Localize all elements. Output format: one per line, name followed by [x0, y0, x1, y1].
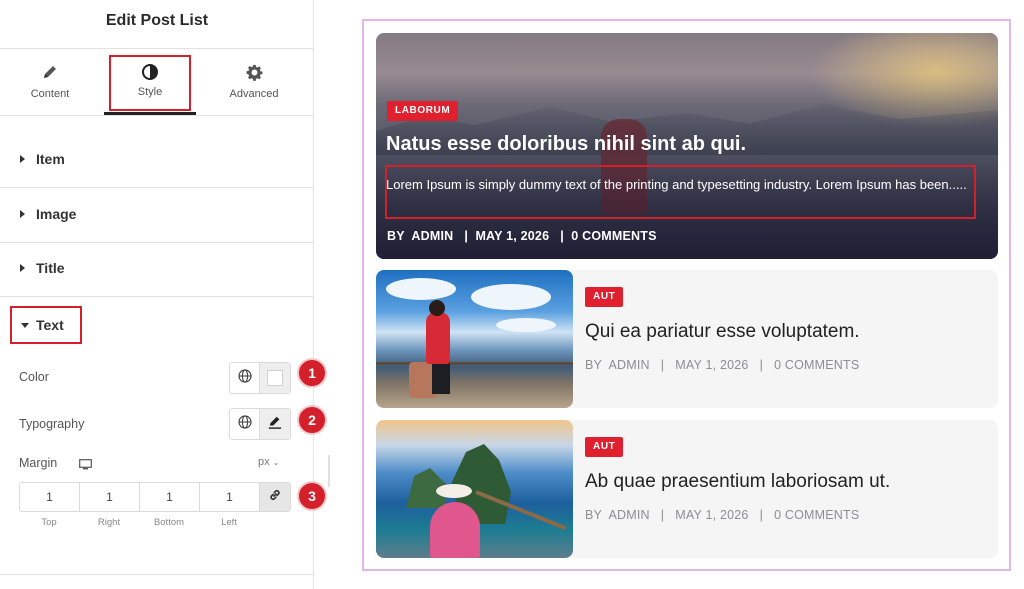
tab-label: Style	[137, 86, 163, 98]
post-meta: BY ADMIN | MAY 1, 2026 | 0 COMMENTS	[585, 508, 860, 522]
post-thumbnail[interactable]	[376, 270, 573, 408]
step-badge: 1	[297, 358, 327, 388]
global-color-button[interactable]	[230, 363, 260, 393]
color-control	[229, 362, 291, 394]
section-text[interactable]: Text	[10, 306, 82, 344]
post-meta: BY ADMIN | MAY 1, 2026 | 0 COMMENTS	[387, 229, 657, 243]
tab-label: Advanced	[229, 88, 279, 100]
caret-right-icon	[20, 210, 25, 218]
tab-label: Content	[30, 88, 70, 100]
margin-left-input[interactable]: 1	[200, 483, 260, 511]
cloud-shape	[471, 284, 551, 310]
category-tag[interactable]: AUT	[585, 437, 624, 457]
unit-value: px	[258, 456, 270, 468]
section-label: Image	[36, 206, 77, 222]
featured-post[interactable]: LABORUM Natus esse doloribus nihil sint …	[376, 33, 998, 259]
pencil-icon	[268, 415, 282, 434]
section-item[interactable]: Item	[0, 134, 314, 188]
hat-shape	[436, 484, 472, 498]
unit-select[interactable]: px ⌄	[258, 456, 279, 468]
edit-typography-button[interactable]	[260, 409, 290, 439]
post-excerpt: Lorem Ipsum is simply dummy text of the …	[386, 177, 967, 192]
post-card[interactable]: AUT Ab quae praesentium laboriosam ut. B…	[376, 420, 998, 558]
divider	[0, 574, 314, 575]
caret-right-icon	[20, 264, 25, 272]
category-tag[interactable]: AUT	[585, 287, 624, 307]
post-title[interactable]: Ab quae praesentium laboriosam ut.	[585, 471, 890, 493]
margin-bottom-input[interactable]: 1	[140, 483, 200, 511]
margin-inputs: 1 1 1 1	[19, 482, 291, 512]
post-title[interactable]: Natus esse doloribus nihil sint ab qui.	[386, 133, 746, 156]
margin-labels: Top Right Bottom Left	[19, 517, 259, 528]
figure-head-shape	[429, 300, 445, 316]
post-meta: BY ADMIN | MAY 1, 2026 | 0 COMMENTS	[585, 358, 860, 372]
gear-icon	[208, 64, 300, 86]
railing-shape	[376, 362, 573, 365]
divider	[0, 115, 314, 116]
caret-down-icon	[21, 323, 29, 328]
cloud-shape	[496, 318, 556, 332]
figure-dress-shape	[430, 502, 480, 558]
chevron-down-icon: ⌄	[272, 458, 280, 467]
margin-label: Margin	[19, 456, 58, 470]
tab-content[interactable]: Content	[4, 55, 96, 111]
step-badge: 3	[297, 481, 327, 511]
post-title[interactable]: Qui ea pariatur esse voluptatem.	[585, 321, 860, 343]
globe-icon	[237, 368, 252, 388]
margin-top-label: Top	[41, 517, 57, 528]
settings-panel: Edit Post List Content Style Advanced It…	[0, 0, 314, 589]
typography-label: Typography	[19, 417, 85, 431]
desktop-icon[interactable]	[79, 457, 92, 475]
pencil-icon	[4, 64, 96, 86]
figure-body-shape	[426, 312, 450, 364]
category-tag[interactable]: LABORUM	[387, 101, 459, 121]
tab-advanced[interactable]: Advanced	[208, 55, 300, 111]
caret-right-icon	[20, 155, 25, 163]
globe-icon	[237, 414, 252, 434]
color-picker-button[interactable]	[260, 363, 290, 393]
global-typography-button[interactable]	[230, 409, 260, 439]
editor-root: Edit Post List Content Style Advanced It…	[0, 0, 1024, 589]
step-badge: 2	[297, 405, 327, 435]
color-label: Color	[19, 370, 49, 384]
section-image[interactable]: Image	[0, 189, 314, 243]
margin-right-label: Right	[97, 517, 121, 528]
margin-bottom-label: Bottom	[153, 517, 185, 528]
divider	[0, 48, 314, 49]
margin-left-label: Left	[221, 517, 237, 528]
cloud-shape	[386, 278, 456, 300]
section-title[interactable]: Title	[0, 243, 314, 297]
half-circle-icon	[111, 63, 189, 85]
section-label: Item	[36, 151, 65, 167]
post-thumbnail[interactable]	[376, 420, 573, 558]
link-values-button[interactable]	[260, 483, 290, 511]
typography-control	[229, 408, 291, 440]
margin-right-input[interactable]: 1	[80, 483, 140, 511]
link-icon	[268, 488, 282, 507]
figure-legs-shape	[432, 362, 450, 394]
tab-style[interactable]: Style	[109, 55, 191, 111]
panel-title: Edit Post List	[105, 12, 209, 29]
margin-top-input[interactable]: 1	[20, 483, 80, 511]
section-label: Title	[36, 260, 65, 276]
section-label: Text	[36, 317, 64, 333]
post-card[interactable]: AUT Qui ea pariatur esse voluptatem. BY …	[376, 270, 998, 408]
scrollbar[interactable]	[328, 455, 330, 487]
color-swatch	[267, 370, 283, 386]
